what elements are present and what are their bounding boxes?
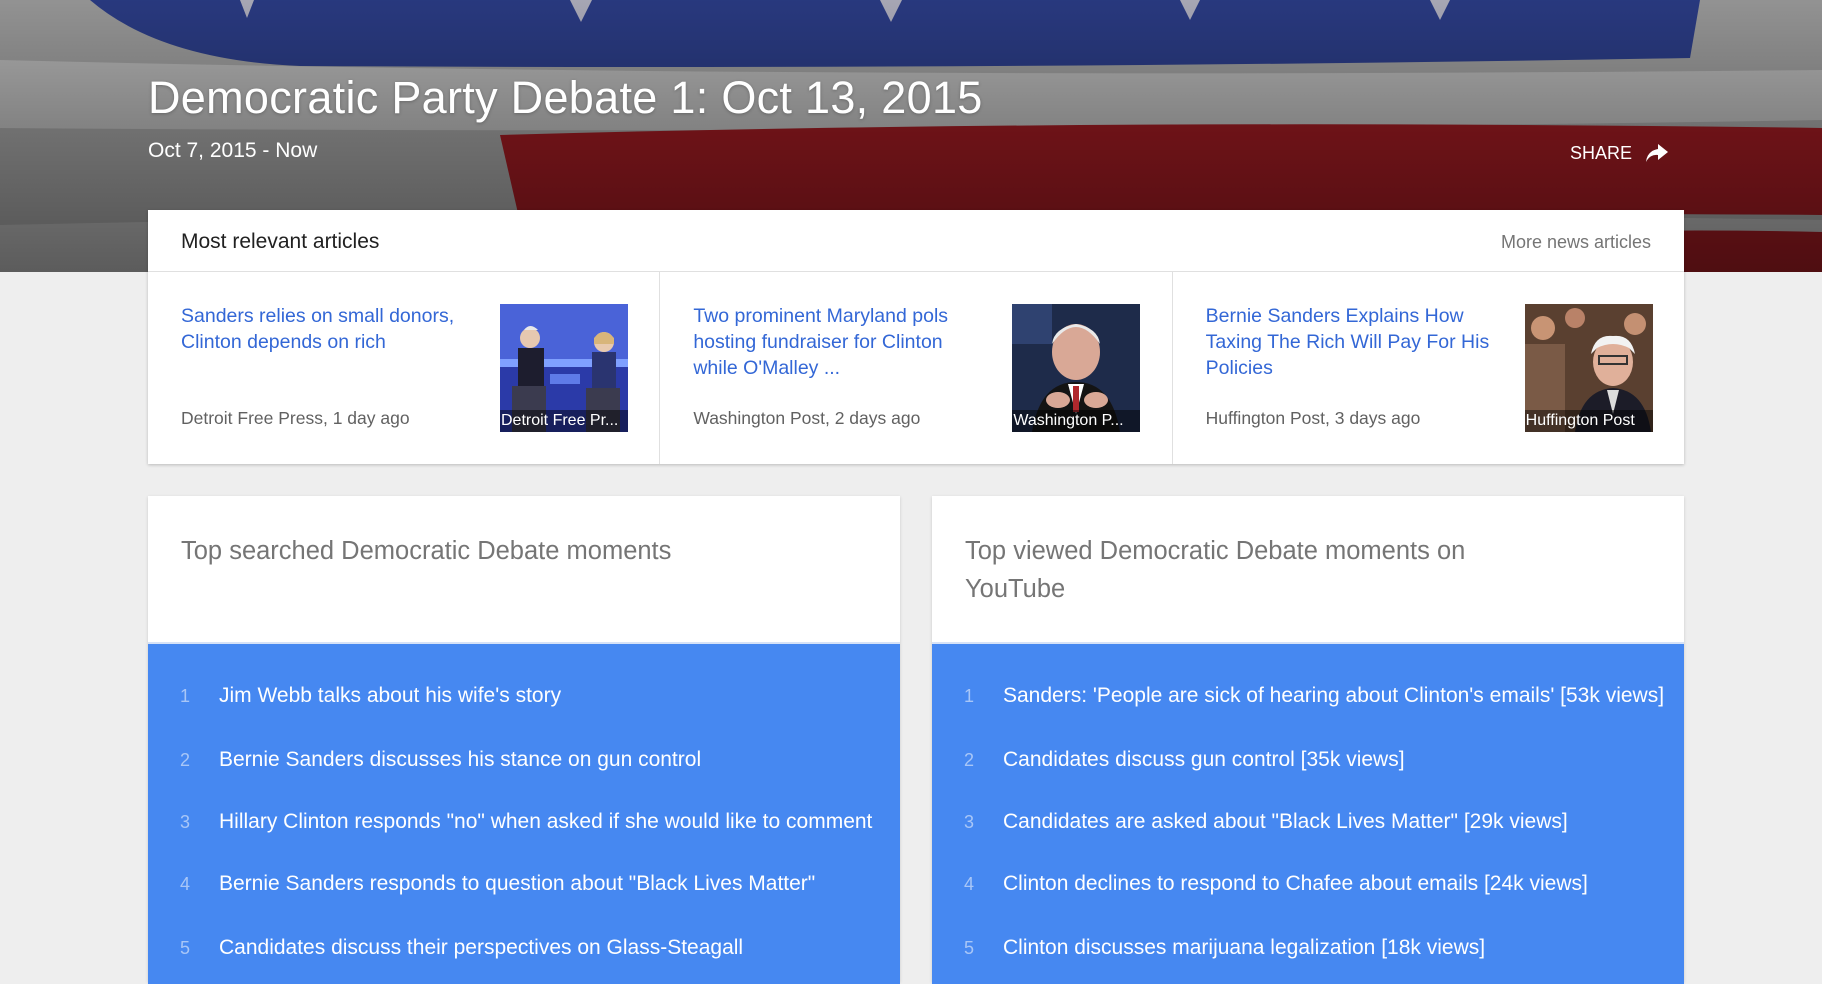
- article-source: Detroit Free Press, 1 day ago: [181, 408, 410, 428]
- article-headline[interactable]: Sanders relies on small donors, Clinton …: [181, 303, 471, 355]
- more-news-link[interactable]: More news articles: [1501, 232, 1651, 253]
- rank-number: 4: [964, 874, 975, 894]
- article-headline[interactable]: Bernie Sanders Explains How Taxing The R…: [1206, 303, 1496, 381]
- top-searched-panel: Top searched Democratic Debate moments 1…: [148, 496, 900, 984]
- list-item[interactable]: 1 Jim Webb talks about his wife's story: [148, 674, 900, 724]
- moment-text: Bernie Sanders discusses his stance on g…: [219, 748, 702, 771]
- articles-row: Sanders relies on small donors, Clinton …: [148, 272, 1684, 464]
- moment-text: Jim Webb talks about his wife's story: [219, 684, 562, 707]
- list-item[interactable]: 5 Clinton discusses marijuana legalizati…: [932, 926, 1684, 976]
- thumbnail-caption: Detroit Free Pr...: [500, 410, 628, 432]
- list-item[interactable]: 4 Bernie Sanders responds to question ab…: [148, 862, 900, 912]
- rank-number: 1: [964, 686, 975, 706]
- rank-number: 3: [964, 812, 975, 832]
- list-item[interactable]: 3 Candidates are asked about "Black Live…: [932, 800, 1684, 850]
- rank-number: 2: [964, 750, 975, 770]
- articles-header: Most relevant articles More news article…: [148, 210, 1684, 272]
- date-range: Oct 7, 2015 - Now: [148, 139, 318, 162]
- list-item[interactable]: 2 Candidates discuss gun control [35k vi…: [932, 738, 1684, 788]
- moment-text: Candidates are asked about "Black Lives …: [1003, 810, 1568, 833]
- share-button[interactable]: SHARE: [1570, 142, 1670, 164]
- article-source: Washington Post, 2 days ago: [693, 408, 921, 428]
- share-label: SHARE: [1570, 142, 1633, 163]
- rank-number: 5: [180, 938, 191, 958]
- article-source: Huffington Post, 3 days ago: [1205, 408, 1421, 428]
- moment-text: Clinton declines to respond to Chafee ab…: [1003, 872, 1588, 895]
- moment-text: Candidates discuss their perspectives on…: [219, 936, 744, 959]
- article-card[interactable]: Sanders relies on small donors, Clinton …: [148, 272, 661, 464]
- article-card[interactable]: Bernie Sanders Explains How Taxing The R…: [1173, 272, 1684, 464]
- list-item[interactable]: 1 Sanders: 'People are sick of hearing a…: [932, 674, 1684, 724]
- moment-text: Clinton discusses marijuana legalization…: [1003, 936, 1486, 959]
- moment-text: Bernie Sanders responds to question abou…: [219, 872, 816, 895]
- moment-text: Hillary Clinton responds "no" when asked…: [219, 810, 873, 833]
- article-thumbnail[interactable]: Huffington Post: [1524, 304, 1653, 432]
- top-searched-list: 1 Jim Webb talks about his wife's story …: [148, 642, 900, 984]
- list-item[interactable]: 2 Bernie Sanders discusses his stance on…: [148, 738, 900, 788]
- article-thumbnail[interactable]: Washington P...: [1012, 304, 1141, 432]
- thumbnail-caption: Huffington Post: [1524, 410, 1653, 432]
- list-item[interactable]: 3 Hillary Clinton responds "no" when ask…: [148, 800, 900, 850]
- top-viewed-panel: Top viewed Democratic Debate moments on …: [932, 496, 1684, 984]
- share-icon: [1646, 144, 1669, 162]
- list-item[interactable]: 5 Candidates discuss their perspectives …: [148, 926, 900, 976]
- list-item[interactable]: 4 Clinton declines to respond to Chafee …: [932, 862, 1684, 912]
- top-searched-title: Top searched Democratic Debate moments: [181, 537, 672, 565]
- rank-number: 3: [180, 812, 191, 832]
- rank-number: 1: [180, 686, 191, 706]
- top-viewed-title: Top viewed Democratic Debate moments on …: [965, 537, 1466, 603]
- rank-number: 4: [180, 874, 191, 894]
- articles-title: Most relevant articles: [181, 230, 380, 253]
- moment-text: Candidates discuss gun control [35k view…: [1003, 748, 1405, 771]
- top-viewed-list: 1 Sanders: 'People are sick of hearing a…: [932, 642, 1684, 984]
- article-thumbnail[interactable]: Detroit Free Pr...: [500, 304, 628, 432]
- thumbnail-caption: Washington P...: [1012, 410, 1141, 432]
- article-card[interactable]: Two prominent Maryland pols hosting fund…: [660, 272, 1173, 464]
- page-title: Democratic Party Debate 1: Oct 13, 2015: [148, 72, 983, 123]
- rank-number: 2: [180, 750, 191, 770]
- moment-text: Sanders: 'People are sick of hearing abo…: [1003, 684, 1665, 707]
- relevant-articles-card: Most relevant articles More news article…: [148, 210, 1684, 464]
- article-headline[interactable]: Two prominent Maryland pols hosting fund…: [693, 303, 983, 381]
- rank-number: 5: [964, 938, 975, 958]
